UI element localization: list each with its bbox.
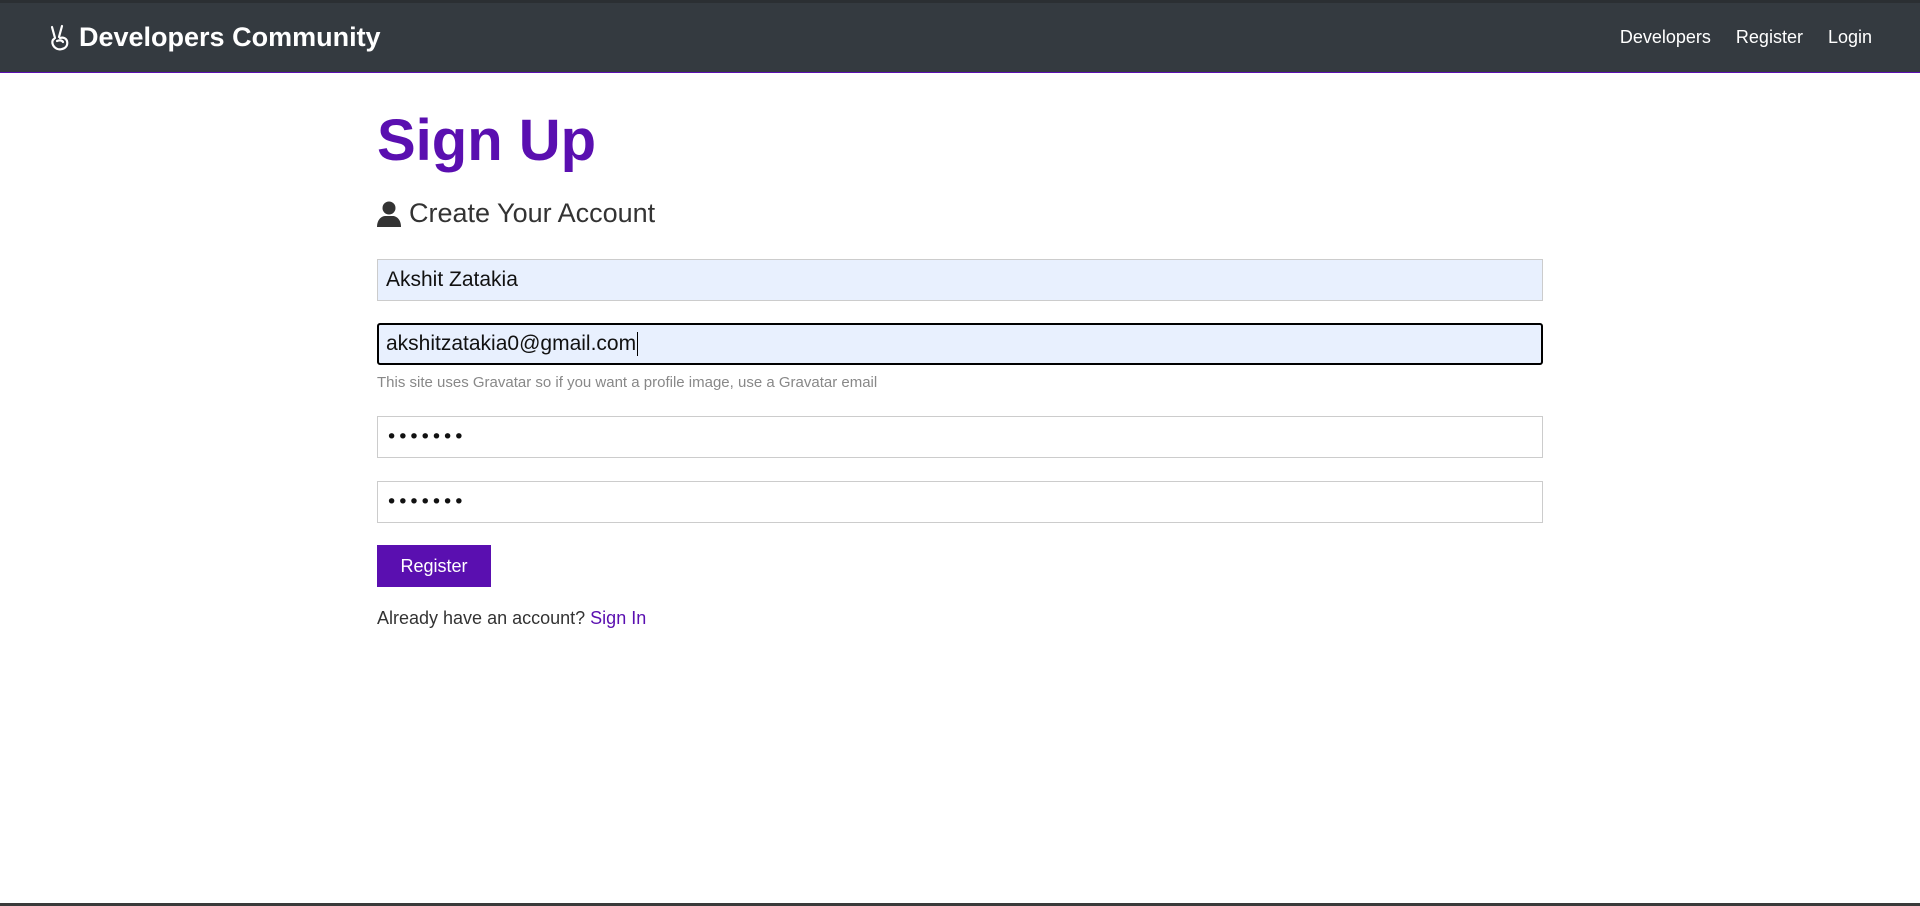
text-caret: [637, 332, 639, 357]
peace-hand-icon: [48, 24, 72, 52]
confirm-password-input[interactable]: •••••••: [377, 481, 1543, 523]
nav-link-register[interactable]: Register: [1736, 27, 1803, 48]
page-title: Sign Up: [377, 108, 597, 173]
name-input[interactable]: Akshit Zatakia: [377, 259, 1543, 301]
confirm-password-mask: •••••••: [386, 491, 465, 513]
navbar: Developers Community Developers Register…: [0, 0, 1920, 73]
brand-text: Developers Community: [79, 22, 381, 52]
brand-link[interactable]: Developers Community: [48, 22, 381, 53]
nav-link-login[interactable]: Login: [1828, 27, 1872, 48]
nav-link-developers[interactable]: Developers: [1620, 27, 1711, 48]
lead-text: Create Your Account: [377, 198, 655, 229]
sign-in-prompt-text: Already have an account?: [377, 608, 586, 628]
email-input[interactable]: akshitzatakia0@gmail.com: [377, 323, 1543, 365]
lead-label: Create Your Account: [409, 198, 656, 228]
sign-in-prompt: Already have an account? Sign In: [377, 608, 646, 629]
user-icon: [377, 200, 401, 228]
nav-links: Developers Register Login: [1595, 27, 1872, 48]
sign-in-link[interactable]: Sign In: [590, 608, 646, 628]
password-input[interactable]: •••••••: [377, 416, 1543, 458]
email-help-text: This site uses Gravatar so if you want a…: [377, 374, 878, 391]
register-button[interactable]: Register: [377, 545, 491, 587]
email-input-value: akshitzatakia0@gmail.com: [386, 332, 637, 355]
password-mask: •••••••: [386, 426, 465, 448]
name-input-value: Akshit Zatakia: [386, 268, 518, 291]
